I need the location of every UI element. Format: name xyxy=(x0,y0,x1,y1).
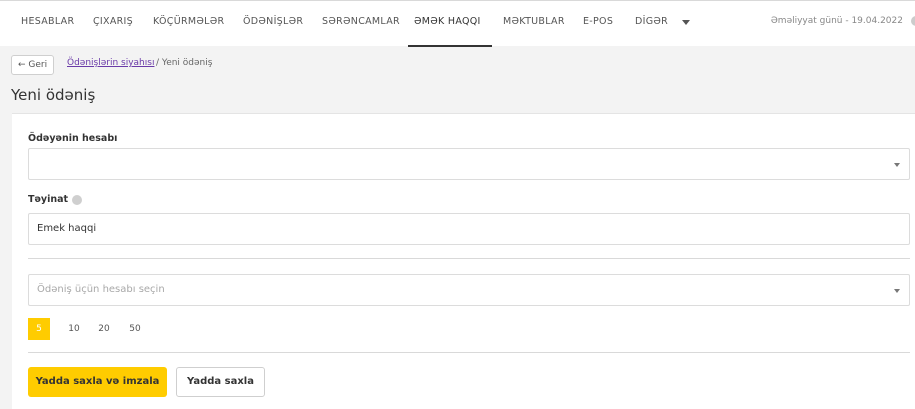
payer-account-select[interactable] xyxy=(28,148,910,180)
payment-account-placeholder: Ödəniş üçün hesabı seçin xyxy=(37,284,165,295)
purpose-label: Təyinat xyxy=(28,194,69,205)
nav-other[interactable]: DİGƏR xyxy=(635,16,668,27)
page-size-20[interactable]: 20 xyxy=(93,318,115,340)
nav-salary[interactable]: ƏMƏK HAQQI xyxy=(414,16,481,27)
breadcrumb-payments-list-link[interactable]: Ödənişlərin siyahısı xyxy=(67,58,154,68)
page-size-10[interactable]: 10 xyxy=(63,318,85,340)
chevron-down-icon xyxy=(894,289,900,293)
purpose-value: Emek haqqi xyxy=(37,223,97,234)
payment-account-select[interactable]: Ödəniş üçün hesabı seçin xyxy=(28,274,910,306)
divider xyxy=(28,352,910,353)
page-title: Yeni ödəniş xyxy=(11,86,96,104)
user-avatar-icon[interactable] xyxy=(911,16,915,26)
page-size-50[interactable]: 50 xyxy=(124,318,146,340)
page-size-5[interactable]: 5 xyxy=(28,318,50,340)
operational-day: Əməliyyat günü - 19.04.2022 xyxy=(770,16,903,26)
nav-statement[interactable]: ÇIXARIŞ xyxy=(93,16,133,27)
top-navigation: HESABLAR ÇIXARIŞ KÖÇÜRMƏLƏR ÖDƏNİŞLƏR SƏ… xyxy=(0,0,915,47)
info-icon[interactable] xyxy=(72,195,82,205)
active-tab-underline xyxy=(408,45,492,47)
payer-account-label: Ödəyənin hesabı xyxy=(28,133,118,144)
purpose-input[interactable]: Emek haqqi xyxy=(28,213,910,245)
nav-accounts[interactable]: HESABLAR xyxy=(21,16,74,27)
chevron-down-icon[interactable] xyxy=(682,20,690,25)
nav-epos[interactable]: E-POS xyxy=(583,16,613,27)
save-button[interactable]: Yadda saxla xyxy=(176,367,265,397)
chevron-down-icon xyxy=(894,163,900,167)
back-button[interactable]: ← Geri xyxy=(11,55,55,75)
nav-payments[interactable]: ÖDƏNİŞLƏR xyxy=(243,16,303,27)
nav-letters[interactable]: MƏKTUBLAR xyxy=(503,16,565,27)
save-and-sign-button[interactable]: Yadda saxla və imzala xyxy=(28,367,167,397)
breadcrumb-current: / Yeni ödəniş xyxy=(156,58,213,68)
nav-transfers[interactable]: KÖÇÜRMƏLƏR xyxy=(153,16,224,27)
nav-orders[interactable]: SƏRƏNCAMLAR xyxy=(322,16,400,27)
divider xyxy=(28,258,910,259)
